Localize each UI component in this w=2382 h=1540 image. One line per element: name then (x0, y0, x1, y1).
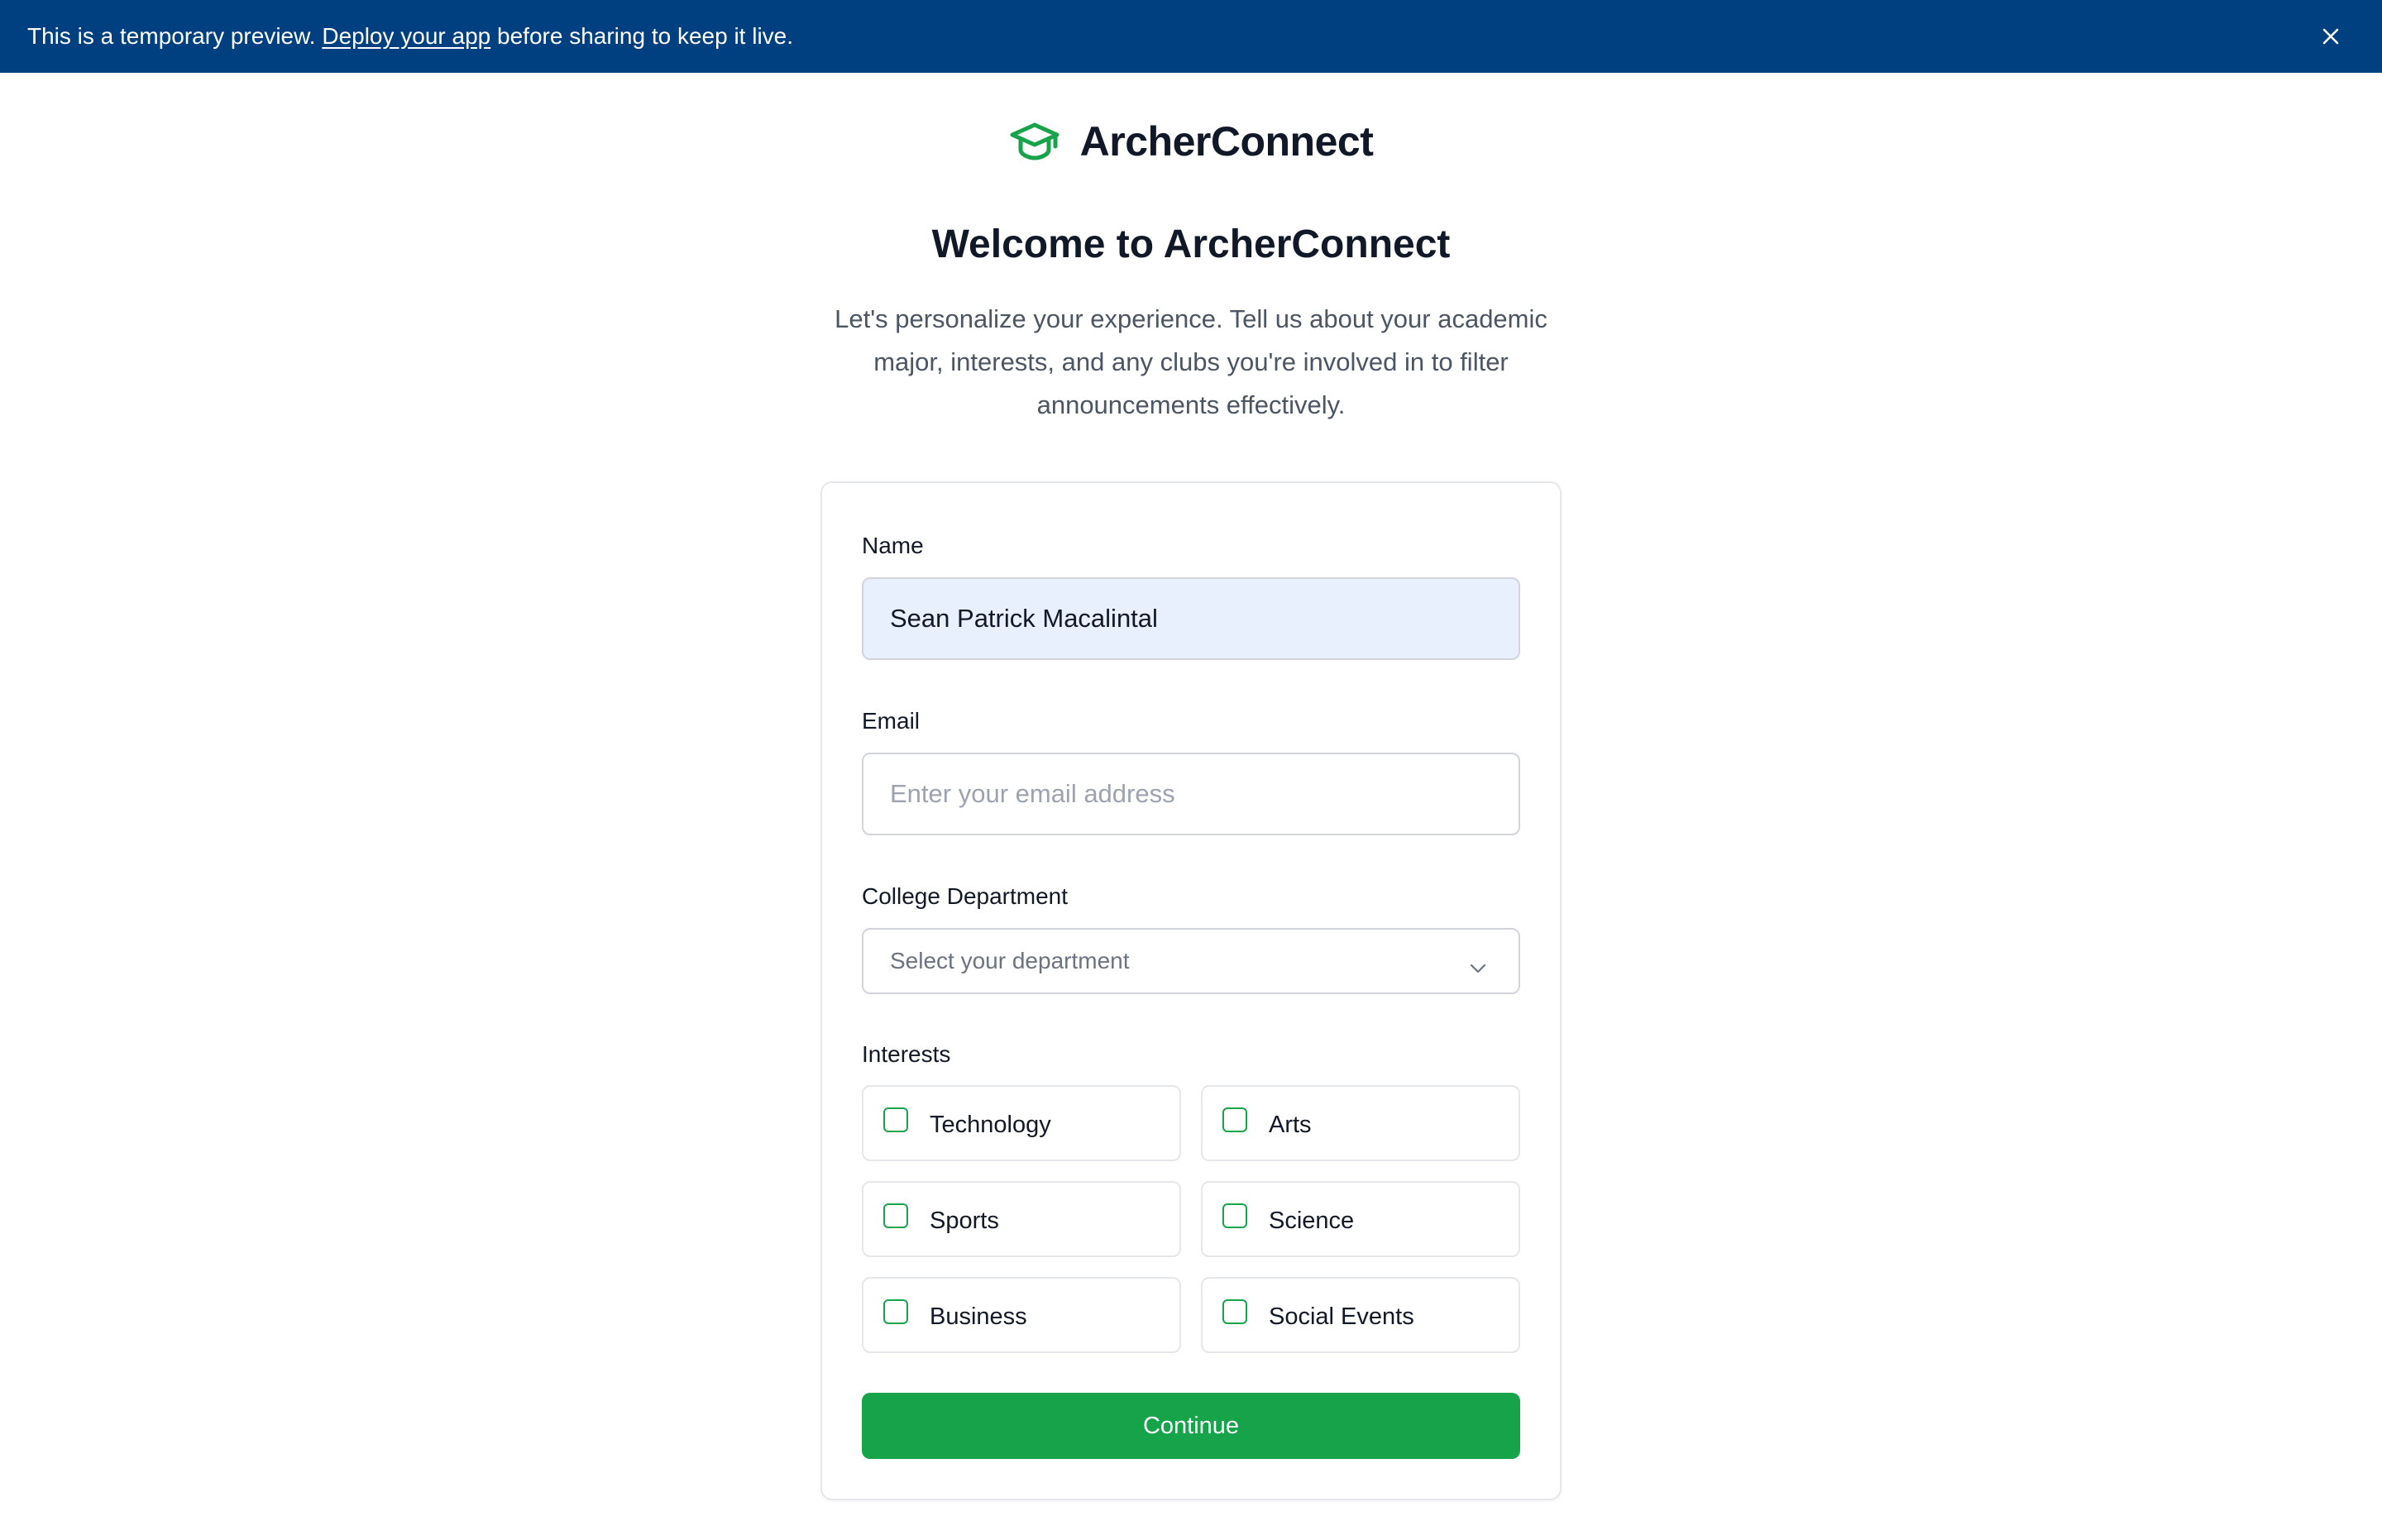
interest-label: Technology (930, 1112, 1051, 1138)
interest-label: Business (930, 1303, 1027, 1330)
onboarding-form-card: Name Email College Department Select you… (820, 481, 1562, 1500)
graduation-cap-icon (1009, 122, 1060, 161)
interest-label: Science (1269, 1208, 1355, 1234)
arts-checkbox[interactable] (1222, 1107, 1247, 1132)
page-title: Welcome to ArcherConnect (931, 222, 1451, 266)
interest-option-business[interactable]: Business (862, 1277, 1181, 1353)
email-field[interactable] (862, 753, 1520, 835)
page-subtitle: Let's personalize your experience. Tell … (835, 304, 1547, 419)
banner-text-before: This is a temporary preview. (27, 23, 323, 49)
interest-label: Social Events (1269, 1303, 1414, 1330)
interest-label: Arts (1269, 1112, 1312, 1138)
interest-label: Sports (930, 1208, 999, 1234)
department-select-value: Select your department (890, 948, 1130, 973)
interest-option-science[interactable]: Science (1201, 1181, 1520, 1257)
department-label: College Department (862, 883, 1069, 909)
interest-option-technology[interactable]: Technology (862, 1085, 1181, 1161)
interests-label: Interests (862, 1041, 951, 1067)
social-events-checkbox[interactable] (1222, 1299, 1247, 1324)
interest-option-arts[interactable]: Arts (1201, 1085, 1520, 1161)
name-field[interactable] (862, 577, 1520, 660)
name-label: Name (862, 533, 924, 558)
brand-name: ArcherConnect (1079, 118, 1374, 165)
technology-checkbox[interactable] (883, 1107, 908, 1132)
sports-checkbox[interactable] (883, 1203, 908, 1228)
deploy-app-link[interactable]: Deploy your app (322, 23, 490, 49)
continue-button[interactable]: Continue (862, 1393, 1520, 1459)
close-icon[interactable] (2319, 25, 2342, 48)
banner-text-after: before sharing to keep it live. (490, 23, 794, 49)
email-label: Email (862, 708, 921, 734)
preview-banner: This is a temporary preview. Deploy your… (0, 0, 2382, 73)
brand-header: ArcherConnect (0, 117, 2382, 165)
interest-option-sports[interactable]: Sports (862, 1181, 1181, 1257)
department-select[interactable]: Select your department (862, 928, 1520, 994)
interest-option-social-events[interactable]: Social Events (1201, 1277, 1520, 1353)
chevron-down-icon (1469, 954, 1487, 973)
science-checkbox[interactable] (1222, 1203, 1247, 1228)
banner-message: This is a temporary preview. Deploy your… (27, 23, 793, 50)
business-checkbox[interactable] (883, 1299, 908, 1324)
